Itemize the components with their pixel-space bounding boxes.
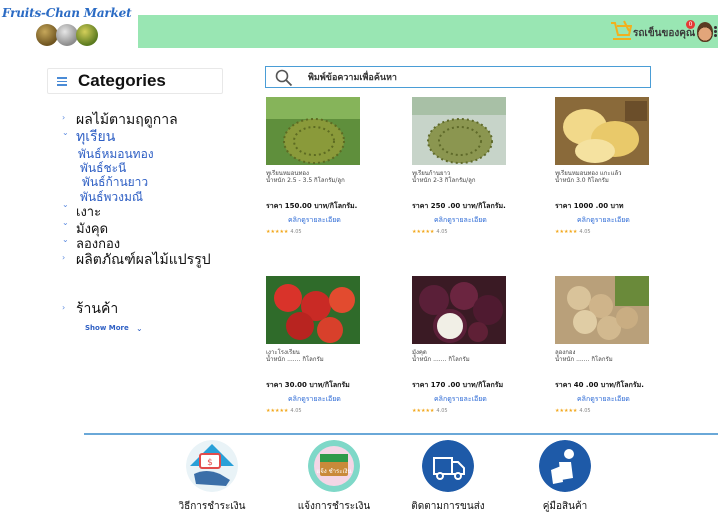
product-rating: ★★★★★ 4.05 <box>412 408 448 414</box>
site-logo[interactable]: Fruits-Chan Market <box>0 6 132 50</box>
product-manual-label: คู่มือสินค้า <box>542 501 588 512</box>
product-card[interactable]: มังคุด น้ำหนัก ....... กิโลกรัม ราคา 170… <box>410 276 520 426</box>
product-weight: น้ำหนัก 2-3 กิโลกรัม/ลูก <box>412 177 476 184</box>
payment-method-label: วิธีการชำระเงิน <box>178 501 246 512</box>
footer-divider <box>84 433 718 435</box>
delivery-tracking-label: ติดตามการขนส่ง <box>411 501 485 512</box>
view-details-link[interactable]: คลิกดูรายละเอียด <box>434 394 487 405</box>
payment-notify-icon[interactable]: แจ้ง ชำระเงิน <box>308 440 360 492</box>
view-details-link[interactable]: คลิกดูรายละเอียด <box>288 394 341 405</box>
rating-stars-icon: ★★★★★ <box>266 408 289 414</box>
payment-method-link[interactable]: $ วิธีการชำระเงิน <box>162 440 262 518</box>
durian-image[interactable] <box>412 97 506 165</box>
product-card[interactable]: ทุเรียนหมอนทอง น้ำหนัก 2.5 - 3.5 กิโลกรั… <box>264 97 374 247</box>
rating-score: 4.05 <box>579 408 591 414</box>
cart-label[interactable]: รถเข็นของคุณ <box>633 26 695 41</box>
product-price: ราคา 1000 .00 บาท <box>555 202 624 210</box>
product-name: ทุเรียนหมอนทอง <box>266 170 309 177</box>
logo-fruits-icon <box>36 22 98 48</box>
search-bar[interactable] <box>265 66 651 88</box>
product-card[interactable]: เงาะโรงเรียน น้ำหนัก ....... กิโลกรัม รา… <box>264 276 374 426</box>
rating-stars-icon: ★★★★★ <box>555 408 578 414</box>
payment-notify-icon-text: แจ้ง ชำระเงิน <box>316 468 351 475</box>
product-manual-link[interactable]: คู่มือสินค้า <box>515 440 615 518</box>
product-rating: ★★★★★ 4.05 <box>555 229 591 235</box>
cart-count-badge: 0 <box>686 20 695 29</box>
peeled-durian-image[interactable] <box>555 97 649 165</box>
product-name: ทุเรียนหมอนทอง แกะแล้ว <box>555 170 622 177</box>
product-weight: น้ำหนัก ....... กิโลกรัม <box>555 356 613 363</box>
sidebar-item-processed[interactable]: ผลิตภัณฑ์ผลไม้แปรรูป <box>76 249 211 271</box>
view-details-link[interactable]: คลิกดูรายละเอียด <box>288 215 341 226</box>
product-price: ราคา 250 .00 บาท/กิโลกรัม. <box>412 202 506 210</box>
payment-notify-link[interactable]: แจ้ง ชำระเงิน แจ้งการชำระเงิน <box>284 440 384 518</box>
durian-image[interactable] <box>266 97 360 165</box>
product-card[interactable]: ลองกอง น้ำหนัก ....... กิโลกรัม ราคา 40 … <box>553 276 663 426</box>
product-name: ลองกอง <box>555 349 576 356</box>
product-rating: ★★★★★ 4.05 <box>412 229 448 235</box>
product-name: ทุเรียนก้านยาว <box>412 170 451 177</box>
view-details-link[interactable]: คลิกดูรายละเอียด <box>577 394 630 405</box>
product-price: ราคา 150.00 บาท/กิโลกรัม. <box>266 202 358 210</box>
product-price: ราคา 40 .00 บาท/กิโลกรัม. <box>555 381 644 389</box>
menu-icon[interactable] <box>57 77 67 86</box>
mangosteen-image[interactable] <box>412 276 506 344</box>
chevron-down-icon[interactable]: ⌄ <box>62 200 69 209</box>
rating-score: 4.05 <box>436 229 448 235</box>
product-rating: ★★★★★ 4.05 <box>555 408 591 414</box>
categories-header[interactable]: Categories <box>47 68 223 94</box>
rating-score: 4.05 <box>290 408 302 414</box>
chevron-right-icon[interactable]: › <box>62 113 65 122</box>
product-rating: ★★★★★ 4.05 <box>266 408 302 414</box>
product-rating: ★★★★★ 4.05 <box>266 229 302 235</box>
search-input[interactable] <box>308 69 638 86</box>
search-icon[interactable] <box>275 69 293 87</box>
svg-text:$: $ <box>207 458 213 468</box>
rating-stars-icon: ★★★★★ <box>266 229 289 235</box>
payment-method-icon[interactable]: $ <box>186 440 238 492</box>
product-name: เงาะโรงเรียน <box>266 349 300 356</box>
chevron-right-icon[interactable]: › <box>62 303 65 312</box>
view-details-link[interactable]: คลิกดูรายละเอียด <box>577 215 630 226</box>
payment-notify-label: แจ้งการชำระเงิน <box>297 501 371 512</box>
product-card[interactable]: ทุเรียนหมอนทอง แกะแล้ว น้ำหนัก 3.0 กิโลก… <box>553 97 663 247</box>
product-weight: น้ำหนัก 3.0 กิโลกรัม <box>555 177 609 184</box>
rating-score: 4.05 <box>436 408 448 414</box>
show-more-link[interactable]: Show More <box>85 324 129 332</box>
product-name: มังคุด <box>412 349 427 356</box>
product-weight: น้ำหนัก ....... กิโลกรัม <box>266 356 324 363</box>
rating-score: 4.05 <box>290 229 302 235</box>
product-price: ราคา 170 .00 บาท/กิโลกรัม <box>412 381 504 389</box>
rating-stars-icon: ★★★★★ <box>555 229 578 235</box>
delivery-tracking-link[interactable]: ติดตามการขนส่ง <box>398 440 498 518</box>
rating-score: 4.05 <box>579 229 591 235</box>
chevron-down-icon[interactable]: ⌄ <box>62 235 69 244</box>
delivery-truck-icon[interactable] <box>422 440 474 492</box>
categories-title: Categories <box>78 71 166 90</box>
chevron-right-icon[interactable]: › <box>62 253 65 262</box>
product-weight: น้ำหนัก 2.5 - 3.5 กิโลกรัม/ลูก <box>266 177 345 184</box>
product-manual-icon[interactable] <box>539 440 591 492</box>
shopping-cart-icon[interactable] <box>610 20 632 42</box>
product-card[interactable]: ทุเรียนก้านยาว น้ำหนัก 2-3 กิโลกรัม/ลูก … <box>410 97 520 247</box>
logo-text: Fruits-Chan Market <box>2 6 132 20</box>
product-weight: น้ำหนัก ....... กิโลกรัม <box>412 356 470 363</box>
chevron-down-icon[interactable]: ⌄ <box>62 128 69 137</box>
rating-stars-icon: ★★★★★ <box>412 229 435 235</box>
user-avatar[interactable] <box>697 22 713 42</box>
chevron-down-icon[interactable]: ⌄ <box>136 324 143 333</box>
top-header: Fruits-Chan Market รถเข็นของคุณ 0 <box>0 0 718 50</box>
rambutan-image[interactable] <box>266 276 360 344</box>
product-price: ราคา 30.00 บาท/กิโลกรัม <box>266 381 350 389</box>
sidebar-item-shop[interactable]: ร้านค้า <box>76 298 118 320</box>
more-options-icon[interactable] <box>714 26 717 38</box>
chevron-down-icon[interactable]: ⌄ <box>62 218 69 227</box>
rating-stars-icon: ★★★★★ <box>412 408 435 414</box>
longkong-image[interactable] <box>555 276 649 344</box>
view-details-link[interactable]: คลิกดูรายละเอียด <box>434 215 487 226</box>
